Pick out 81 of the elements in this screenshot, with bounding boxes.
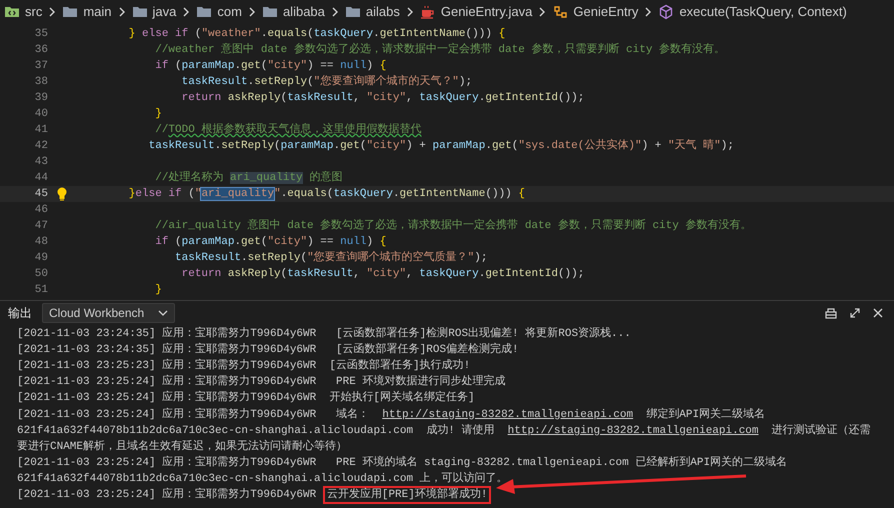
line-number: 45 [34,187,48,202]
line-number: 36 [34,43,48,58]
line-number: 48 [34,235,48,250]
coffee-cup-icon [420,4,436,20]
log-text: [2021-11-03 23:25:24] 应用：宝耶需努力T996D4y6WR PRE 环境对数据进行同步处理完成 [17,374,506,390]
breadcrumb-item[interactable]: main [83,2,112,22]
line-number: 49 [34,251,48,266]
chevron-icon [406,7,414,17]
lightbulb-icon[interactable] [56,187,68,201]
code-line: //处理名称为 ari_quality 的意图 [154,170,342,186]
log-text: 要进行CNAME解析，且域名生效有延迟，如果无法访问请耐心等待） [17,438,348,455]
breadcrumb-item[interactable]: GenieEntry [573,2,638,22]
code-line: } [154,107,162,122]
breadcrumb-item[interactable]: com [217,2,242,22]
log-text: [2021-11-03 23:25:24] 应用：宝耶需努力T996D4y6WR PRE 环境的域名 staging-83282.tmallgenieapi.com 已经解析到API网关的二级域名 [17,454,788,471]
class-icon [552,4,568,20]
code-line: } else if ("weather".equals(taskQuery.getIntentName())) { [128,27,506,42]
code-line: //weather 意图中 date 参数勾选了必选，请求数据中一定会携带 date 参数，只需要判断 city 参数有没有。 [154,42,726,58]
line-number: 39 [34,91,48,106]
code-line: }else if ("ari_quality".equals(taskQuery.getIntentName())) { [128,187,525,202]
folder-icon [132,4,148,20]
chevron-icon [48,7,56,17]
folder-icon [262,4,278,20]
log-text: [2021-11-03 23:24:35] 应用：宝耶需努力T996D4y6WR [云函数部署任务]ROS偏差检测完成! [17,342,519,358]
code-line: } [154,283,162,298]
line-number: 38 [34,75,48,90]
breadcrumb-item[interactable]: GenieEntry.java [440,2,532,22]
code-line: if (paramMap.get("city") == null) { [154,235,386,250]
maximize-icon[interactable] [848,306,862,320]
code-line: //air_quality 意图中 date 参数勾选了必选，请求数据中一定会携带 date 参数，只需要判断 city 参数有没有。 [154,218,752,234]
breadcrumb-item[interactable]: src [25,2,42,22]
code-line: return askReply(taskResult, "city", taskQuery.getIntentId()); [180,91,584,106]
log-text: [2021-11-03 23:25:24] 应用：宝耶需努力T996D4y6WR 域名： [17,406,370,423]
log-text: [2021-11-03 23:25:23] 应用：宝耶需努力T996D4y6WR [云函数部署任务]执行成功! [17,358,470,374]
log-text: 621f41a632f44078b11b2dc6a710c3ec-cn-shanghai.alicloudapi.com 成功! 请使用 [17,423,496,439]
folder-icon [344,4,361,20]
log-link[interactable]: http://staging-83282.tmallgenieapi.com [382,406,634,423]
chevron-icon [248,7,256,17]
chevron-icon [182,7,190,17]
chevron-icon [118,7,126,17]
line-number: 44 [34,171,48,186]
line-number: 35 [34,27,48,42]
chevron-icon [538,7,546,17]
code-line: if (paramMap.get("city") == null) { [154,59,386,74]
line-number: 46 [34,203,48,218]
chevron-icon [330,7,339,17]
log-text: 621f41a632f44078b11b2dc6a710c3ec-cn-shanghai.alicloudapi.com 上，可以访问了。 [17,470,508,487]
log-link[interactable]: http://staging-83282.tmallgenieapi.com [508,422,759,439]
breadcrumb-item[interactable]: ailabs [366,2,400,22]
log-text: [2021-11-03 23:25:24] 应用：宝耶需努力T996D4y6WR 开始执行[网关域名绑定任务] [17,390,475,406]
close-icon[interactable] [872,306,884,318]
folder-icon [62,4,78,20]
chevron-down-icon [158,310,168,316]
breadcrumb-item[interactable]: execute(TaskQuery, Context) [679,2,847,22]
breadcrumb-item[interactable]: alibaba [282,2,325,22]
channel-dropdown[interactable]: Cloud Workbench [42,302,176,322]
chevron-icon [644,7,652,17]
line-number: 50 [34,267,48,282]
code-line: taskResult.setReply("您要查询哪个城市的空气质量？"); [174,250,488,266]
log-text: 绑定到API网关二级域名 [645,406,766,423]
code-line: taskResult.setReply("您要查询哪个城市的天气？"); [180,74,472,90]
panel-title[interactable]: 输出 [8,304,32,322]
line-number: 47 [34,219,48,234]
breadcrumb-item[interactable]: java [152,2,176,22]
lock-scroll-icon[interactable] [824,306,838,320]
line-number: 37 [34,59,48,74]
log-text: 进行测试验证（还需 [770,423,871,439]
folder-icon [196,4,212,20]
line-number: 41 [34,123,48,138]
line-number: 40 [34,107,48,122]
log-text: [2021-11-03 23:25:24] 应用：宝耶需努力T996D4y6WR [17,486,318,503]
code-line: //TODO 根据参数获取天气信息，这里使用假数据替代 [154,122,422,138]
source-folder-icon [4,4,20,20]
code-line: taskResult.setReply(paramMap.get("city") + paramMap.get("sys.date(公共实体)") + "天气 晴"); [148,138,734,154]
line-number: 51 [34,283,48,298]
log-text: 云开发应用[PRE]环境部署成功! [322,486,492,504]
line-number: 42 [34,139,48,154]
log-text: [2021-11-03 23:24:35] 应用：宝耶需努力T996D4y6WR [云函数部署任务]检测ROS出现偏差! 将更新ROS资源栈... [17,326,631,342]
line-number: 43 [34,155,48,170]
cube-icon [658,4,674,20]
code-line: return askReply(taskResult, "city", taskQuery.getIntentId()); [180,267,584,282]
